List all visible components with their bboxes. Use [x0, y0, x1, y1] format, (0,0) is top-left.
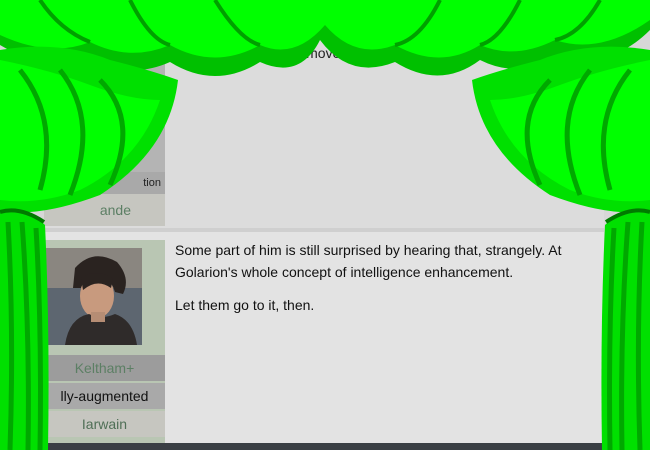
previous-post: tion ande [44, 0, 604, 228]
character-name[interactable]: Keltham+ [44, 355, 165, 381]
author-name[interactable]: Iarwain [44, 411, 165, 437]
previous-post-sidebar: tion ande [44, 0, 165, 226]
post-sidebar: Keltham+ lly-augmented Iarwain [44, 240, 165, 445]
post-paragraph-line: Let them go to it, then. [175, 297, 315, 313]
bottom-bar [44, 443, 604, 450]
post-paragraph-line: Golarion's whole concept of intelligence… [175, 264, 514, 280]
screen-name: lly-augmented [44, 383, 165, 409]
previous-post-screen-name: tion [44, 172, 165, 194]
previous-post-author[interactable]: ande [44, 194, 165, 226]
post-content: Some part of him is still surprised by h… [175, 239, 604, 327]
previous-post-text: etting move, [268, 45, 345, 61]
character-avatar[interactable] [45, 248, 142, 345]
post: Keltham+ lly-augmented Iarwain Some part… [44, 232, 604, 445]
post-paragraph-line: Some part of him is still surprised by h… [175, 242, 562, 258]
avatar-portrait [45, 248, 142, 345]
